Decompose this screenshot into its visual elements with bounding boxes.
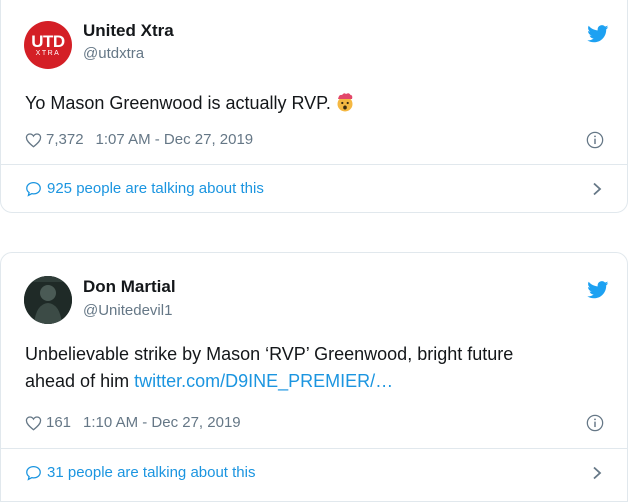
chevron-right-icon[interactable] xyxy=(591,182,603,196)
tweet-link[interactable]: twitter.com/D9INE_PREMIER/… xyxy=(134,371,393,391)
tweet-text: Unbelievable strike by Mason ‘RVP’ Green… xyxy=(25,341,513,395)
twitter-bird-icon[interactable] xyxy=(587,25,609,43)
tweet-meta: 161 1:10 AM - Dec 27, 2019 xyxy=(25,414,241,431)
talking-text[interactable]: 31 people are talking about this xyxy=(47,464,255,481)
comment-icon xyxy=(26,465,41,481)
avatar[interactable] xyxy=(24,276,72,324)
avatar-photo xyxy=(24,276,72,324)
tweet-card[interactable]: UTD XTRA United Xtra @utdxtra Yo Mason G… xyxy=(0,0,628,213)
info-icon[interactable] xyxy=(586,414,604,432)
chevron-right-icon[interactable] xyxy=(591,466,603,480)
info-icon[interactable] xyxy=(586,131,604,149)
author-handle[interactable]: @Unitedevil1 xyxy=(83,302,172,319)
avatar-logo-subtext: XTRA xyxy=(35,49,61,57)
author-name[interactable]: Don Martial xyxy=(83,277,176,297)
like-count[interactable]: 7,372 xyxy=(46,131,84,148)
heart-icon[interactable] xyxy=(25,132,42,148)
comment-icon xyxy=(26,181,41,197)
avatar[interactable]: UTD XTRA xyxy=(24,21,72,69)
tweet-text: Yo Mason Greenwood is actually RVP. xyxy=(25,90,355,117)
avatar-logo-text: UTD xyxy=(31,31,65,51)
author-handle[interactable]: @utdxtra xyxy=(83,45,144,62)
talking-link[interactable]: 31 people are talking about this xyxy=(25,464,255,481)
timestamp[interactable]: 1:07 AM - Dec 27, 2019 xyxy=(96,131,254,148)
tweet-meta: 7,372 1:07 AM - Dec 27, 2019 xyxy=(25,131,253,148)
tweet-text-content: Yo Mason Greenwood is actually RVP. xyxy=(25,93,331,113)
tweet-card[interactable]: Don Martial @Unitedevil1 Unbelievable st… xyxy=(0,252,628,502)
tweet-text-line: Unbelievable strike by Mason ‘RVP’ Green… xyxy=(25,344,514,364)
twitter-bird-icon[interactable] xyxy=(587,281,609,299)
heart-icon[interactable] xyxy=(25,415,42,431)
author-name[interactable]: United Xtra xyxy=(83,21,174,41)
tweet-text-content: ahead of him xyxy=(25,371,135,391)
like-count[interactable]: 161 xyxy=(46,414,71,431)
talking-text[interactable]: 925 people are talking about this xyxy=(47,180,264,197)
divider xyxy=(1,164,627,165)
exploding-head-icon xyxy=(337,93,353,112)
talking-link[interactable]: 925 people are talking about this xyxy=(25,180,264,197)
tweet-text-line: ahead of him twitter.com/D9INE_PREMIER/… xyxy=(25,368,513,395)
timestamp[interactable]: 1:10 AM - Dec 27, 2019 xyxy=(83,414,241,431)
divider xyxy=(1,448,627,449)
